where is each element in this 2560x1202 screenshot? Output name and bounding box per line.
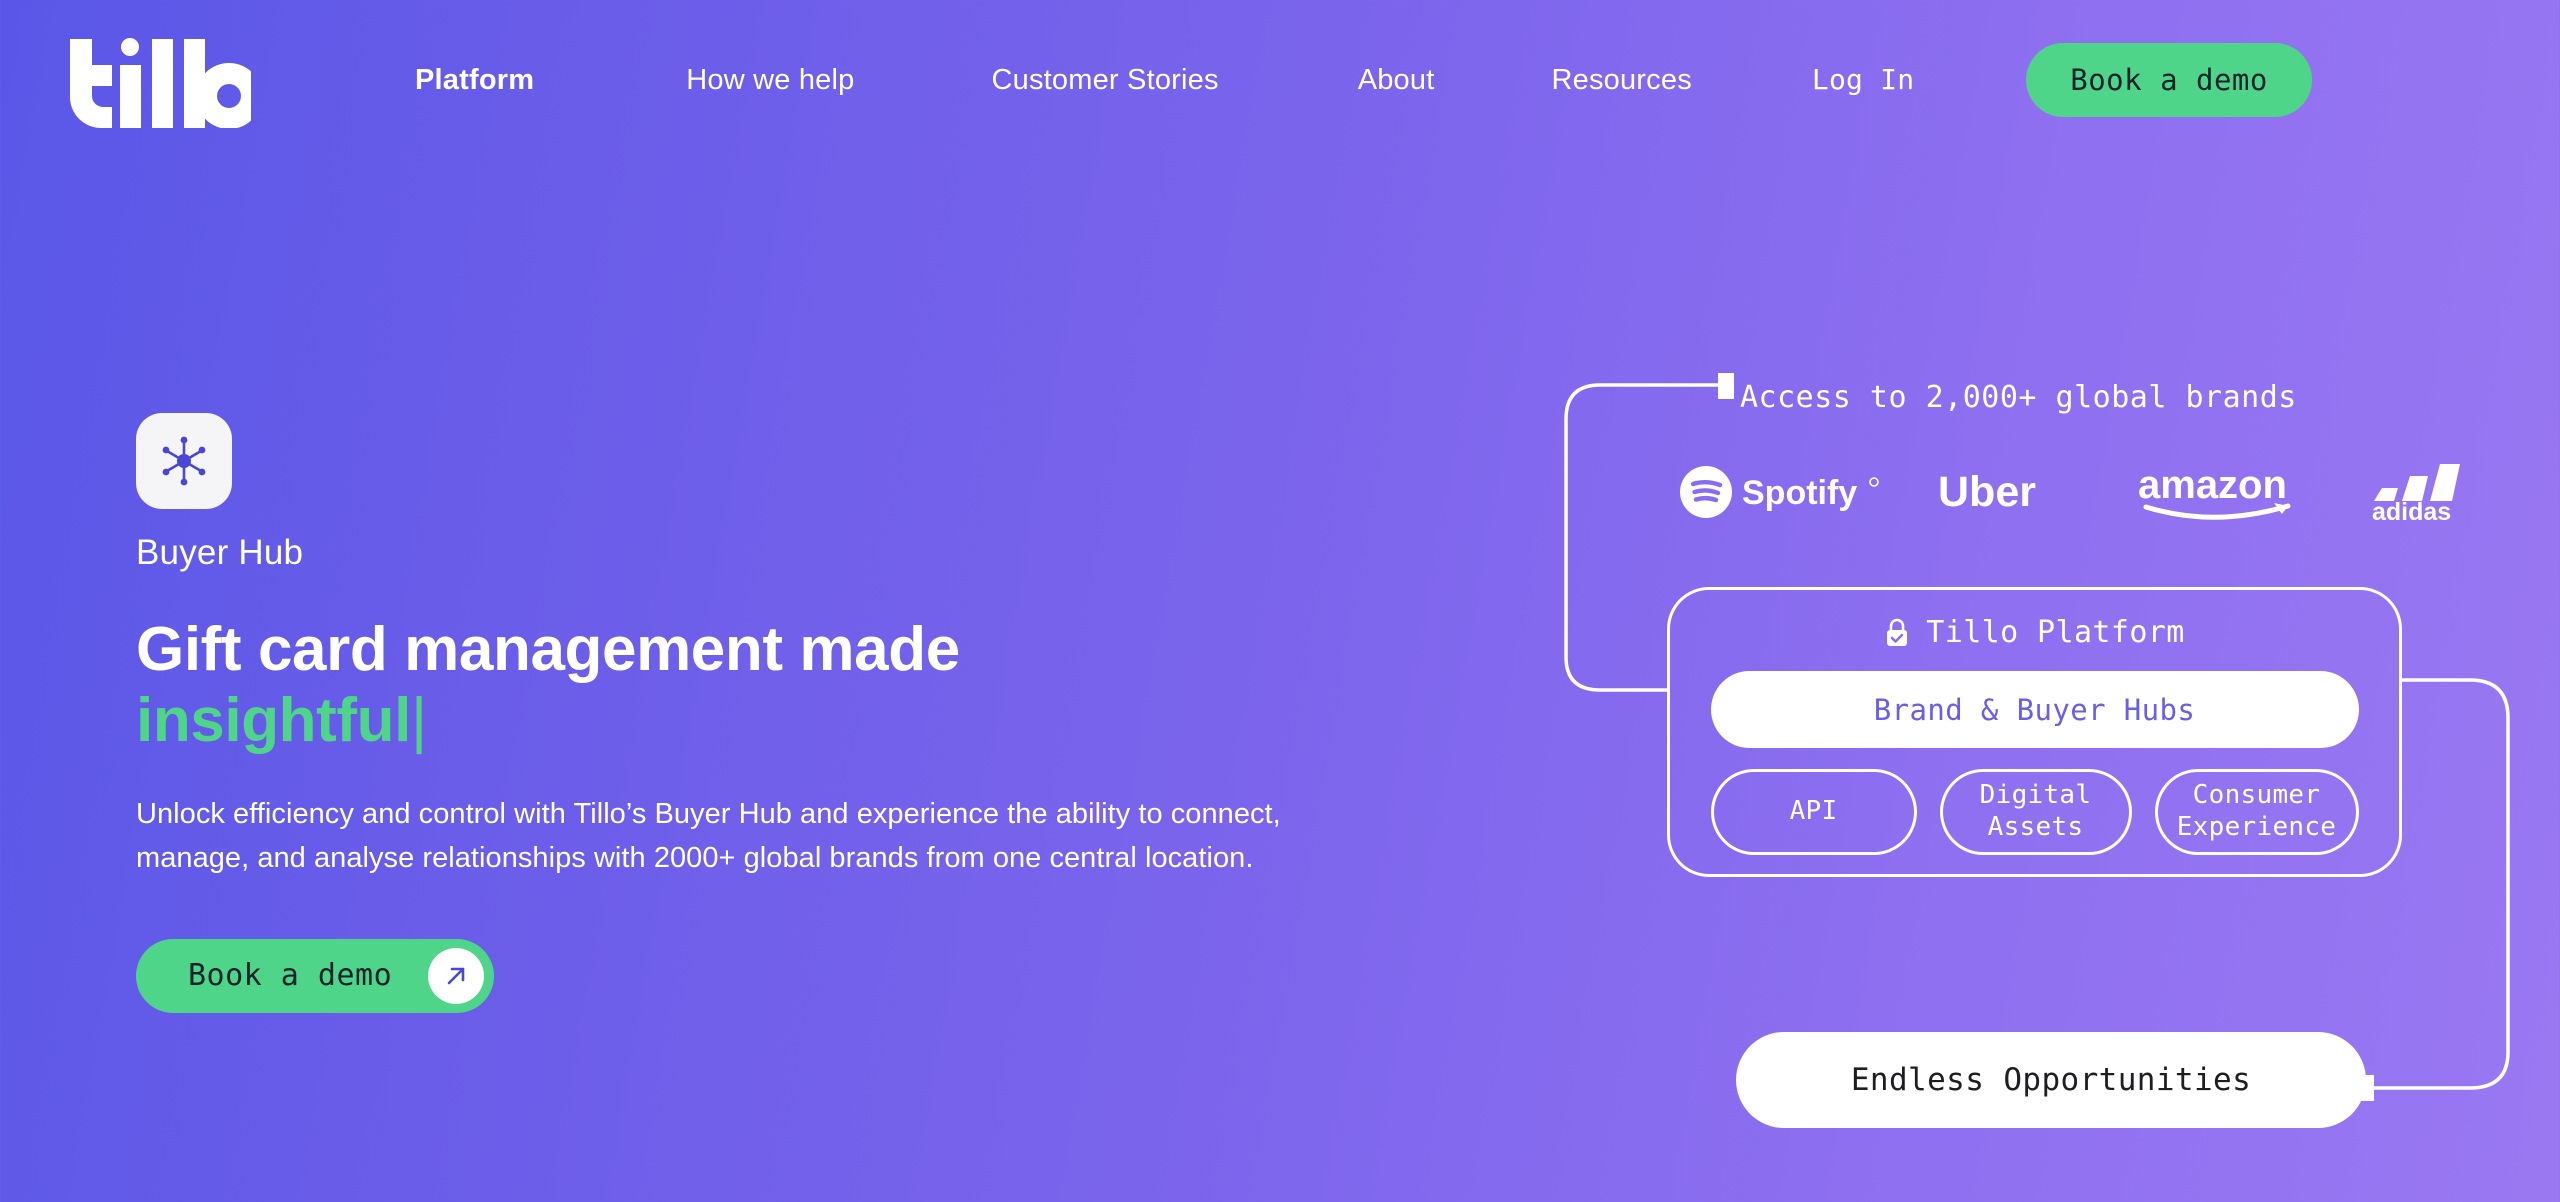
- hero-subtitle: Unlock efficiency and control with Tillo…: [136, 798, 1281, 875]
- sub-pill-consumer-line1: Consumer: [2192, 780, 2321, 811]
- svg-text:Uber: Uber: [1938, 468, 2036, 516]
- header-book-demo-button[interactable]: Book a demo: [2026, 43, 2312, 117]
- hub-network-icon: [136, 413, 232, 509]
- platform-diagram: Access to 2,000+ global brands Spotify U…: [1540, 360, 2560, 1202]
- platform-sub-pills: API Digital Assets Consumer Experience: [1710, 769, 2359, 855]
- svg-text:adidas: adidas: [2372, 498, 2451, 523]
- adidas-logo: adidas: [2372, 464, 2460, 523]
- arrow-up-right-icon: [428, 947, 485, 1004]
- hero-section: Buyer Hub Gift card management made insi…: [136, 413, 1426, 1013]
- hero-eyebrow: Buyer Hub: [136, 533, 304, 572]
- svg-text:amazon: amazon: [2138, 463, 2287, 507]
- sub-pill-consumer-line2: Experience: [2176, 812, 2337, 842]
- brand-logos-row: Spotify Uber amazon adidas: [1678, 452, 2498, 532]
- platform-card-title-text: Tillo Platform: [1926, 615, 2185, 650]
- nav-item-resources[interactable]: Resources: [1551, 65, 1691, 95]
- endless-opportunities-card: Endless Opportunities: [1736, 1032, 2366, 1128]
- platform-card-title: Tillo Platform: [1884, 615, 2184, 650]
- page-title: Gift card management made insightful|: [136, 615, 1426, 756]
- tillo-logo[interactable]: [66, 33, 251, 128]
- hero-book-demo-label: Book a demo: [188, 958, 393, 993]
- spotify-logo: Spotify: [1680, 466, 1879, 518]
- brand-buyer-hubs-pill[interactable]: Brand & Buyer Hubs: [1710, 671, 2359, 748]
- tillo-platform-card: Tillo Platform Brand & Buyer Hubs API Di…: [1667, 587, 2402, 877]
- amazon-logo: amazon: [2138, 463, 2291, 520]
- sub-pill-api-line1: API: [1789, 796, 1838, 827]
- lock-check-icon: [1884, 618, 1910, 648]
- main-nav: Platform How we help Customer Stories Ab…: [275, 0, 2494, 160]
- sub-pill-assets-line1: Digital: [1979, 780, 2092, 811]
- hero-book-demo-button[interactable]: Book a demo: [136, 938, 495, 1013]
- nav-item-platform[interactable]: Platform: [415, 65, 534, 95]
- svg-text:Spotify: Spotify: [1742, 474, 1857, 512]
- sub-pill-assets-line2: Assets: [1987, 812, 2084, 842]
- sub-pill-api[interactable]: API: [1710, 769, 1917, 855]
- site-header: Platform How we help Customer Stories Ab…: [0, 0, 2560, 160]
- brands-access-label: Access to 2,000+ global brands: [1740, 380, 2297, 415]
- sub-pill-consumer-experience[interactable]: Consumer Experience: [2154, 769, 2359, 855]
- nav-item-log-in[interactable]: Log In: [1812, 66, 1914, 94]
- headline-line-1: Gift card management made: [136, 615, 960, 684]
- typing-caret: |: [410, 685, 427, 755]
- sub-pill-digital-assets[interactable]: Digital Assets: [1939, 769, 2132, 855]
- nav-item-customer-stories[interactable]: Customer Stories: [991, 65, 1218, 95]
- wire-cap-top: [1718, 373, 1734, 399]
- nav-item-how-we-help[interactable]: How we help: [686, 65, 854, 95]
- nav-item-about[interactable]: About: [1358, 65, 1435, 95]
- uber-logo: Uber: [1938, 468, 2036, 516]
- headline-accent-word: insightful: [136, 685, 411, 755]
